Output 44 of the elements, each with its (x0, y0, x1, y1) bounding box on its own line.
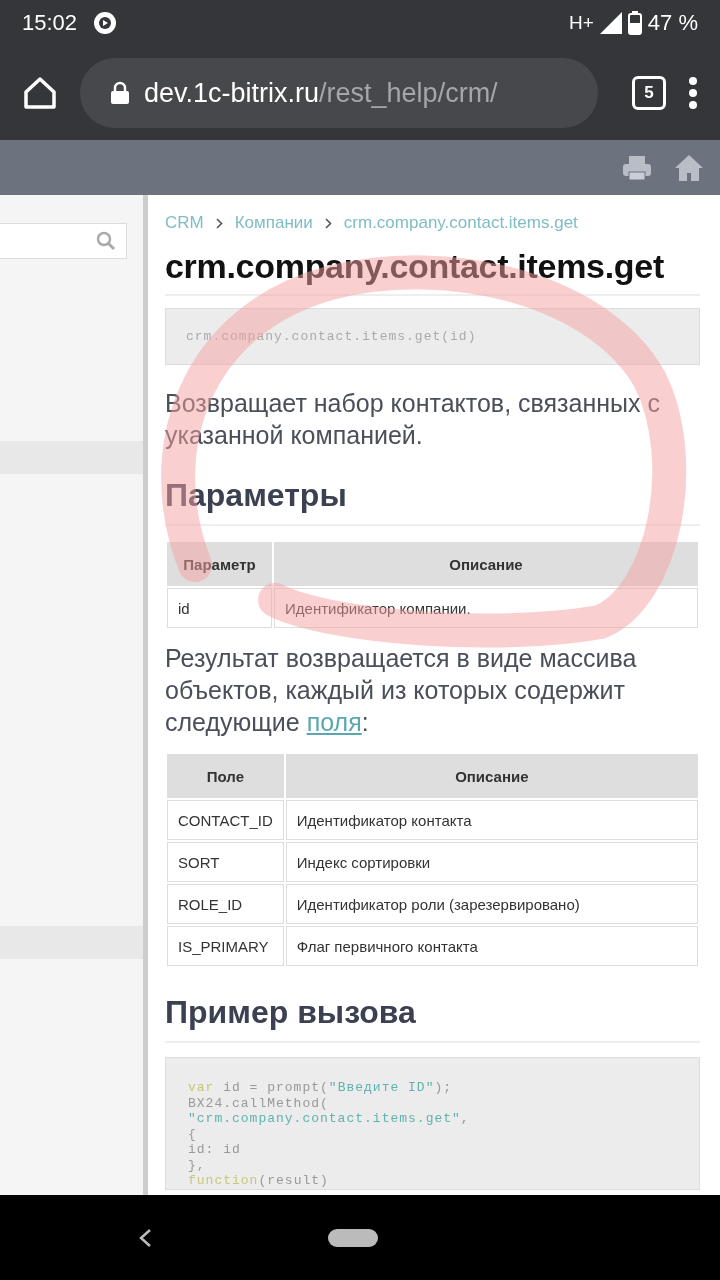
house-icon[interactable] (674, 153, 704, 182)
status-time: 15:02 (22, 10, 78, 36)
signal-icon (599, 12, 622, 34)
code-signature: crm.company.contact.items.get(id) (165, 308, 700, 365)
table-cell: IS_PRIMARY (167, 926, 284, 966)
column-header: Параметр (167, 542, 272, 586)
table-cell: Индекс сортировки (285, 842, 698, 882)
fields-link[interactable]: поля (306, 708, 362, 736)
network-type: H+ (569, 12, 594, 34)
table-cell: Флаг первичного контакта (285, 926, 698, 966)
table-cell: Идентификатор компании. (274, 588, 698, 628)
menu-icon[interactable] (688, 77, 698, 109)
table-cell: Идентификатор контакта (285, 800, 698, 840)
home-icon[interactable] (22, 76, 58, 110)
table-cell: Идентификатор роли (зарезервировано) (285, 884, 698, 924)
battery-icon (627, 11, 642, 35)
lock-icon (110, 81, 130, 105)
result-text: Результат возвращается в виде массива объектов, каждый из которых содержит следующие поля: (165, 643, 638, 738)
code-block: var id = prompt("Введите ID"); BX24.callMethod( "crm.company.contact.items.get", { id: id }, function(result) (165, 1057, 700, 1190)
breadcrumb-link[interactable]: CRM (165, 213, 204, 233)
column-header: Описание (285, 754, 698, 798)
back-icon[interactable] (138, 1227, 152, 1248)
home-button[interactable] (328, 1228, 378, 1247)
printer-icon[interactable] (622, 154, 652, 181)
search-icon (96, 231, 116, 251)
description-text: Возвращает набор контактов, связанных с указанной компанией. (165, 388, 661, 451)
battery-level: 47 % (647, 10, 698, 36)
table-cell: ROLE_ID (167, 884, 284, 924)
breadcrumb-link[interactable]: crm.company.contact.items.get (343, 213, 578, 233)
tab-count-button[interactable]: 5 (632, 76, 666, 110)
address-bar[interactable]: dev.1c-bitrix.ru/rest_help/crm/ (80, 58, 598, 128)
page-title: crm.company.contact.items.get (165, 247, 700, 296)
column-header: Поле (167, 754, 284, 798)
table-cell: SORT (167, 842, 284, 882)
section-heading: Пример вызова (165, 994, 700, 1043)
chevron-icon (324, 217, 332, 229)
search-field[interactable] (0, 223, 127, 259)
table-cell: id (167, 588, 272, 628)
column-header: Описание (274, 542, 698, 586)
chevron-icon (215, 217, 223, 229)
section-heading: Параметры (165, 477, 700, 526)
table-cell: CONTACT_ID (167, 800, 284, 840)
play-icon (93, 11, 118, 35)
breadcrumb-link[interactable]: Компании (234, 213, 313, 233)
